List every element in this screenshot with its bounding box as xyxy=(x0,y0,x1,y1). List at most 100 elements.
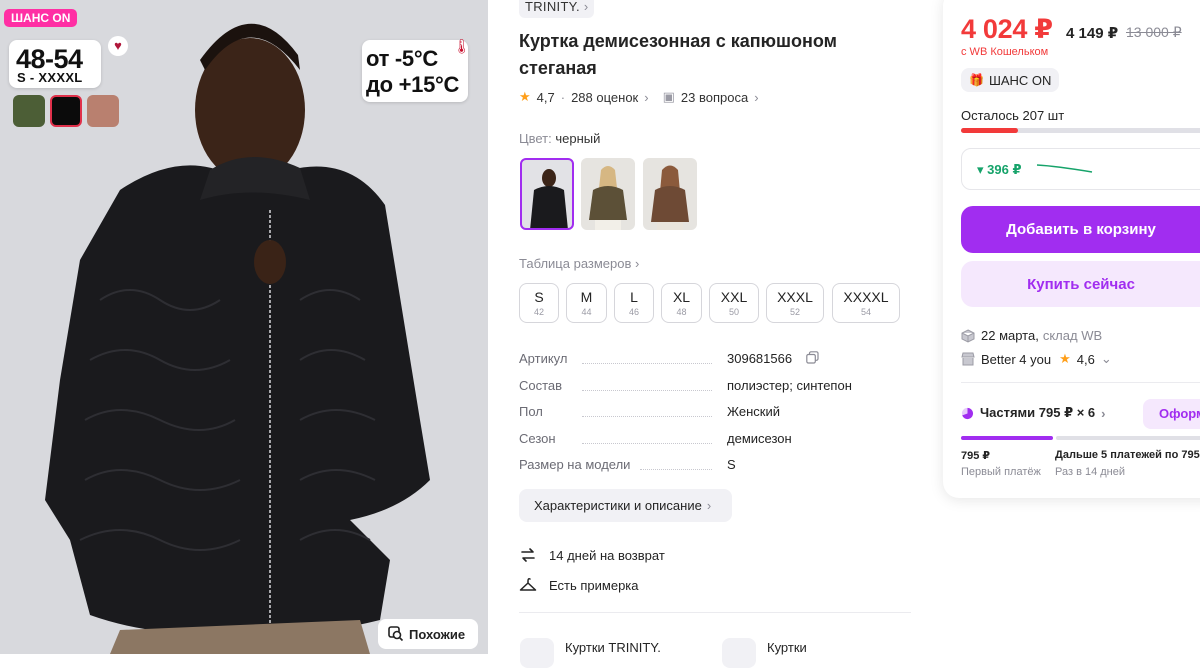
spec-key: Сезон xyxy=(519,430,556,446)
divider xyxy=(519,612,911,613)
size-option[interactable]: XXL 50 xyxy=(709,283,759,323)
star-icon: ★ xyxy=(519,89,531,104)
next-payments-label: Раз в 14 дней xyxy=(1055,466,1126,478)
chevron-down-icon: ⌄ xyxy=(1100,351,1112,366)
size-name: S xyxy=(534,289,544,305)
wallet-note[interactable]: с WB Кошельком xyxy=(961,46,1048,58)
reviews-count[interactable]: 288 оценок xyxy=(571,90,638,105)
size-ru: 44 xyxy=(581,307,592,317)
next-payments-amount: Дальше 5 платежей по 795 xyxy=(1055,449,1200,461)
color-thumb-khaki[interactable] xyxy=(581,158,635,230)
fitting-info: Есть примерка xyxy=(519,576,639,594)
product-title: Куртка демисезонная с капюшоном стеганая xyxy=(519,31,837,78)
color-thumb-black[interactable] xyxy=(520,158,574,230)
size-option[interactable]: S 42 xyxy=(519,283,559,323)
size-table-label: Таблица размеров xyxy=(519,256,632,271)
size-ru: 54 xyxy=(860,307,871,317)
thermometer-icon: 🌡 xyxy=(453,38,471,54)
size-ru: 50 xyxy=(728,307,739,317)
questions-count[interactable]: 23 вопроса xyxy=(681,90,748,105)
chevron-right-icon: › xyxy=(644,89,649,105)
chevron-right-icon: › xyxy=(754,89,759,105)
size-option[interactable]: XXXL 52 xyxy=(766,283,824,323)
spec-key: Пол xyxy=(519,404,543,419)
similar-button[interactable]: Похожие xyxy=(378,619,478,649)
first-payment-amount: 795 ₽ xyxy=(961,450,991,462)
fitting-text: Есть примерка xyxy=(549,577,639,593)
category-link-brand[interactable]: Куртки TRINITY. xyxy=(565,640,661,655)
price-trend-icon xyxy=(1036,164,1093,173)
add-to-cart-button[interactable]: Добавить в корзину xyxy=(961,206,1200,253)
color-thumb-brown[interactable] xyxy=(643,158,697,230)
add-to-cart-label: Добавить в корзину xyxy=(1006,221,1156,238)
size-option[interactable]: L 46 xyxy=(614,283,654,323)
category-icon xyxy=(722,638,756,668)
chevron-right-icon: › xyxy=(635,256,640,271)
installments-row[interactable]: Частями 795 ₽ × 6 › xyxy=(961,405,1106,421)
size-option[interactable]: XXXXL 54 xyxy=(832,283,900,323)
size-option[interactable]: M 44 xyxy=(566,283,607,323)
shop-icon xyxy=(961,352,975,366)
size-letters: S - XXXXL xyxy=(17,70,83,85)
regular-price: 4 149 ₽ xyxy=(1066,25,1119,42)
installment-rest-segment xyxy=(1056,436,1200,440)
gift-icon: 🎁 xyxy=(969,73,984,87)
dot-separator: · xyxy=(560,89,566,105)
chevron-right-icon: › xyxy=(706,498,712,513)
rating-value: 4,7 xyxy=(536,89,555,105)
spec-value: S xyxy=(727,457,736,472)
thumb-image xyxy=(530,169,568,228)
size-name: XXL xyxy=(720,289,748,305)
color-swatch-green[interactable] xyxy=(13,95,45,127)
description-button[interactable]: Характеристики и описание › xyxy=(519,489,732,522)
buy-now-button[interactable]: Купить сейчас xyxy=(961,261,1200,307)
color-swatch-black[interactable] xyxy=(50,95,82,127)
category-link[interactable]: Куртки xyxy=(767,640,807,655)
spec-value: демисезон xyxy=(727,430,792,446)
color-value: черный xyxy=(555,131,601,146)
brand-link[interactable]: TRINITY. › xyxy=(519,0,595,18)
buy-now-label: Купить сейчас xyxy=(1027,275,1135,293)
spec-leader xyxy=(640,469,712,470)
color-swatch-brown[interactable] xyxy=(87,95,119,127)
temp-min: от -5°C xyxy=(366,46,438,71)
installments-button[interactable]: Оформ xyxy=(1143,399,1200,429)
color-label: Цвет: черный xyxy=(519,131,600,146)
copy-icon[interactable] xyxy=(806,351,819,369)
thumb-image xyxy=(589,166,627,230)
chevron-right-icon: › xyxy=(1101,405,1106,421)
spec-value: Женский xyxy=(727,404,780,419)
chance-badge: ШАНС ON xyxy=(4,9,78,27)
temp-max: до +15°C xyxy=(366,72,460,97)
chance-chip[interactable]: 🎁 ШАНС ON xyxy=(961,68,1060,92)
heart-icon[interactable]: ♥ xyxy=(108,36,128,56)
similar-label: Похожие xyxy=(409,626,466,642)
size-name: XXXXL xyxy=(843,289,889,305)
description-label: Характеристики и описание xyxy=(534,498,702,513)
size-ru: 42 xyxy=(533,307,544,317)
hanger-icon xyxy=(519,578,537,591)
stock-bar-fill xyxy=(961,128,1019,133)
chevron-right-icon: › xyxy=(583,0,589,14)
box-icon xyxy=(961,328,975,343)
seller-rating: 4,6 xyxy=(1076,351,1095,367)
search-similar-icon xyxy=(388,626,404,642)
size-name: XL xyxy=(672,289,691,305)
color-label-text: Цвет: xyxy=(519,131,552,146)
rating-row[interactable]: ★ 4,7 · 288 оценок › ▣ 23 вопроса › xyxy=(519,89,759,105)
brand-name: TRINITY. xyxy=(525,0,580,14)
spec-leader xyxy=(582,416,712,417)
first-payment-label: Первый платёж xyxy=(961,466,1041,478)
category-brand-icon xyxy=(520,638,554,668)
installments-label: Частями 795 ₽ × 6 xyxy=(980,405,1096,420)
delivery-store: склад WB xyxy=(1042,328,1103,343)
stock-left: Осталось 207 шт xyxy=(961,108,1065,123)
star-icon: ★ xyxy=(1059,351,1071,366)
size-option[interactable]: XL 48 xyxy=(661,283,702,323)
size-table-link[interactable]: Таблица размеров › xyxy=(519,256,639,271)
return-info: 14 дней на возврат xyxy=(519,546,665,564)
delivery-info: 22 марта, склад WB xyxy=(961,328,1102,343)
seller-info[interactable]: Better 4 you ★ 4,6 ⌄ xyxy=(961,351,1112,367)
size-ru: 48 xyxy=(676,307,687,317)
wallet-price: 4 024 ₽ xyxy=(961,14,1053,44)
